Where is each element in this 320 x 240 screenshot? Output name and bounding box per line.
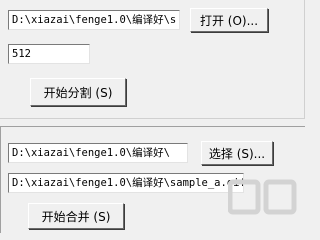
merge-source-path-field[interactable]: D:\xiazai\fenge1.0\编译好\ xyxy=(8,143,188,163)
watermark-logo-icon xyxy=(227,178,298,228)
open-button[interactable]: 打开 (O)... xyxy=(190,8,268,32)
start-split-button[interactable]: 开始分割 (S) xyxy=(30,78,126,106)
split-panel: D:\xiazai\fenge1.0\编译好\s 打开 (O)... 512 开… xyxy=(0,0,305,119)
chunk-size-field[interactable]: 512 xyxy=(8,44,90,64)
choose-button[interactable]: 选择 (S)... xyxy=(201,141,273,165)
merge-target-path-field[interactable]: D:\xiazai\fenge1.0\编译好\sample_a.gif xyxy=(8,173,244,193)
start-merge-button[interactable]: 开始合并 (S) xyxy=(28,203,124,229)
split-source-path-field[interactable]: D:\xiazai\fenge1.0\编译好\s xyxy=(8,10,180,30)
